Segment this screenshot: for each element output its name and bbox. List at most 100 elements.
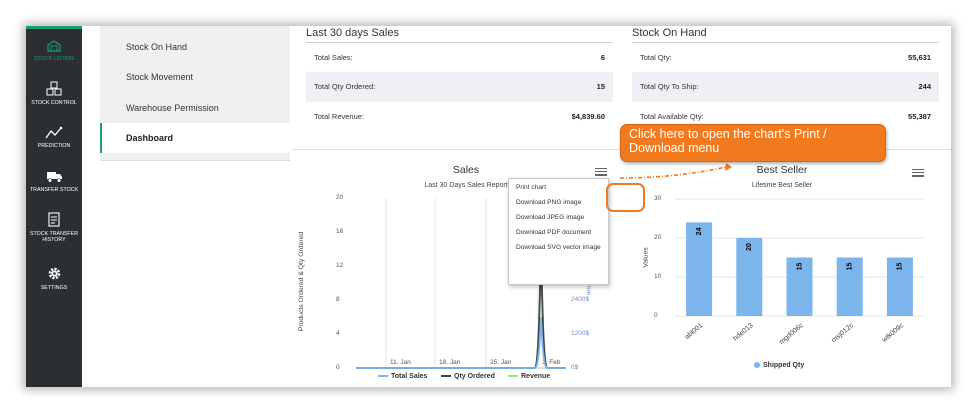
gear-icon — [48, 267, 60, 280]
stat-label: Total Qty Ordered: — [314, 82, 376, 91]
sidebar-item-stock-listing[interactable]: STOCK LISTING — [26, 40, 82, 62]
best-seller-y-tick-label: 10 — [654, 273, 662, 280]
stat-label: Total Qty To Ship: — [640, 82, 699, 91]
stat-value: 244 — [918, 82, 931, 91]
menu-item-download-pdf[interactable]: Download PDF document — [516, 229, 591, 236]
menu-item-download-svg[interactable]: Download SVG vector image — [516, 244, 601, 251]
best-seller-category-label: abl001 — [684, 322, 705, 341]
boxes-icon — [46, 81, 62, 96]
sales-right-tick-label: 0$ — [571, 364, 579, 371]
legend-label: Qty Ordered — [454, 373, 495, 380]
submenu-item-dashboard[interactable]: Dashboard — [100, 123, 290, 153]
stock-listing-submenu: Stock On Hand Stock Movement Warehouse P… — [100, 26, 290, 161]
best-seller-bar — [836, 257, 863, 316]
best-seller-category-label: hde013 — [732, 322, 754, 342]
sales-y-tick-label: 8 — [336, 296, 340, 303]
legend-label: Total Sales — [391, 373, 428, 380]
sidebar-item-stock-transfer-history[interactable]: STOCK TRANSFER HISTORY — [26, 212, 82, 243]
trend-line-icon — [45, 126, 63, 139]
best-seller-chart-subtitle: Lifetime Best Seller — [751, 182, 813, 189]
menu-button-highlight — [606, 183, 645, 212]
sales-y-tick-label: 12 — [336, 262, 344, 269]
menu-item-download-jpeg[interactable]: Download JPEG image — [516, 214, 584, 221]
warehouse-icon — [47, 40, 61, 52]
sidebar-item-label: STOCK TRANSFER HISTORY — [29, 231, 79, 243]
best-seller-y-tick-label: 30 — [654, 195, 662, 202]
legend-swatch — [508, 375, 518, 378]
sidebar-item-label: STOCK CONTROL — [31, 100, 77, 106]
stat-row-total-qty-ordered: Total Qty Ordered: 15 — [306, 72, 613, 102]
stat-label: Total Qty: — [640, 53, 672, 62]
sales-right-tick-label: 2400$ — [571, 296, 590, 303]
legend-label: Shipped Qty — [763, 362, 805, 369]
sales-right-tick-label: 1200$ — [571, 330, 590, 337]
sales-y-tick-label: 20 — [336, 194, 344, 201]
tutorial-callout: Click here to open the chart's Print / D… — [620, 124, 886, 162]
menu-item-download-png[interactable]: Download PNG image — [516, 199, 581, 206]
sidebar-item-label: SETTINGS — [40, 285, 68, 291]
sidebar-item-label: PREDICTION — [37, 143, 71, 149]
best-seller-y-tick-label: 20 — [654, 234, 662, 241]
sales-chart-menu-button[interactable] — [595, 166, 607, 178]
sidebar: STOCK LISTING STOCK CONTROL PREDICTION T… — [26, 26, 82, 387]
sales-summary-title: Last 30 days Sales — [306, 27, 399, 39]
sales-y-tick-label: 0 — [336, 364, 340, 371]
best-seller-value-label: 15 — [897, 263, 904, 271]
best-seller-bar — [786, 257, 813, 316]
best-seller-chart-title: Best Seller — [756, 164, 808, 176]
best-seller-y-axis-title: Values — [642, 247, 650, 268]
best-seller-value-label: 15 — [796, 263, 803, 271]
sidebar-item-prediction[interactable]: PREDICTION — [26, 126, 82, 149]
sales-y-tick-label: 16 — [336, 228, 344, 235]
stat-value: 55,631 — [908, 53, 931, 62]
sidebar-item-label: STOCK LISTING — [33, 56, 75, 62]
legend-item-revenue[interactable]: Revenue — [508, 373, 550, 380]
sidebar-item-label: TRANSFER STOCK — [29, 187, 79, 193]
stat-value: $4,839.60 — [571, 112, 605, 121]
best-seller-bar — [736, 238, 763, 316]
legend-label: Revenue — [521, 373, 551, 380]
stock-summary-title: Stock On Hand — [632, 27, 707, 39]
sidebar-item-stock-control[interactable]: STOCK CONTROL — [26, 81, 82, 106]
stat-label: Total Revenue: — [314, 112, 365, 121]
document-icon — [48, 212, 60, 227]
sales-x-tick-label: 11. Jan — [390, 359, 411, 366]
best-seller-y-tick-label: 0 — [654, 312, 658, 319]
best-seller-category-label: wtk009c — [880, 322, 905, 345]
submenu-item-stock-movement[interactable]: Stock Movement — [100, 62, 290, 92]
sales-y-axis-title: Products Ordered & Qty Ordered — [298, 231, 306, 332]
stat-row-total-qty-to-ship: Total Qty To Ship: 244 — [632, 72, 939, 102]
sales-x-tick-label: 18. Jan — [439, 359, 461, 366]
legend-item-shipped-qty[interactable]: Shipped Qty — [754, 362, 804, 369]
sales-series-line-0 — [356, 316, 566, 369]
sidebar-item-settings[interactable]: SETTINGS — [26, 266, 82, 291]
stat-value: 15 — [596, 82, 605, 91]
menu-item-print-chart[interactable]: Print chart — [516, 184, 546, 191]
best-seller-category-label: mgd006c — [778, 322, 805, 346]
sidebar-item-transfer-stock[interactable]: TRANSFER STOCK — [26, 170, 82, 193]
sales-x-tick-label: 25. Jan — [490, 359, 512, 366]
best-seller-value-label: 15 — [847, 263, 854, 271]
app-window: STOCK LISTING STOCK CONTROL PREDICTION T… — [26, 26, 951, 387]
active-indicator — [26, 26, 82, 29]
best-seller-chart-menu-button[interactable] — [912, 167, 924, 179]
stat-row-total-sales: Total Sales: 6 — [306, 43, 613, 73]
stat-label: Total Sales: — [314, 53, 353, 62]
legend-item-total-sales[interactable]: Total Sales — [378, 373, 427, 380]
legend-item-qty-ordered[interactable]: Qty Ordered — [441, 373, 495, 380]
best-seller-bar — [886, 257, 913, 316]
stat-value: 55,387 — [908, 112, 931, 121]
sales-x-tick-label: 1. Feb — [542, 359, 561, 366]
submenu-item-stock-on-hand[interactable]: Stock On Hand — [100, 32, 290, 62]
truck-icon — [46, 172, 62, 183]
best-seller-category-label: msj012c — [831, 322, 856, 344]
submenu-item-warehouse-permission[interactable]: Warehouse Permission — [100, 93, 290, 123]
legend-swatch — [754, 362, 760, 369]
chart-export-menu: Print chart Download PNG image Download … — [508, 178, 609, 285]
best-seller-value-label: 24 — [696, 227, 703, 235]
stat-value: 6 — [600, 53, 605, 62]
best-seller-bar — [686, 222, 713, 316]
stat-row-total-qty: Total Qty: 55,631 — [632, 43, 939, 73]
stat-row-total-revenue: Total Revenue: $4,839.60 — [306, 102, 613, 132]
best-seller-value-label: 20 — [746, 243, 753, 251]
